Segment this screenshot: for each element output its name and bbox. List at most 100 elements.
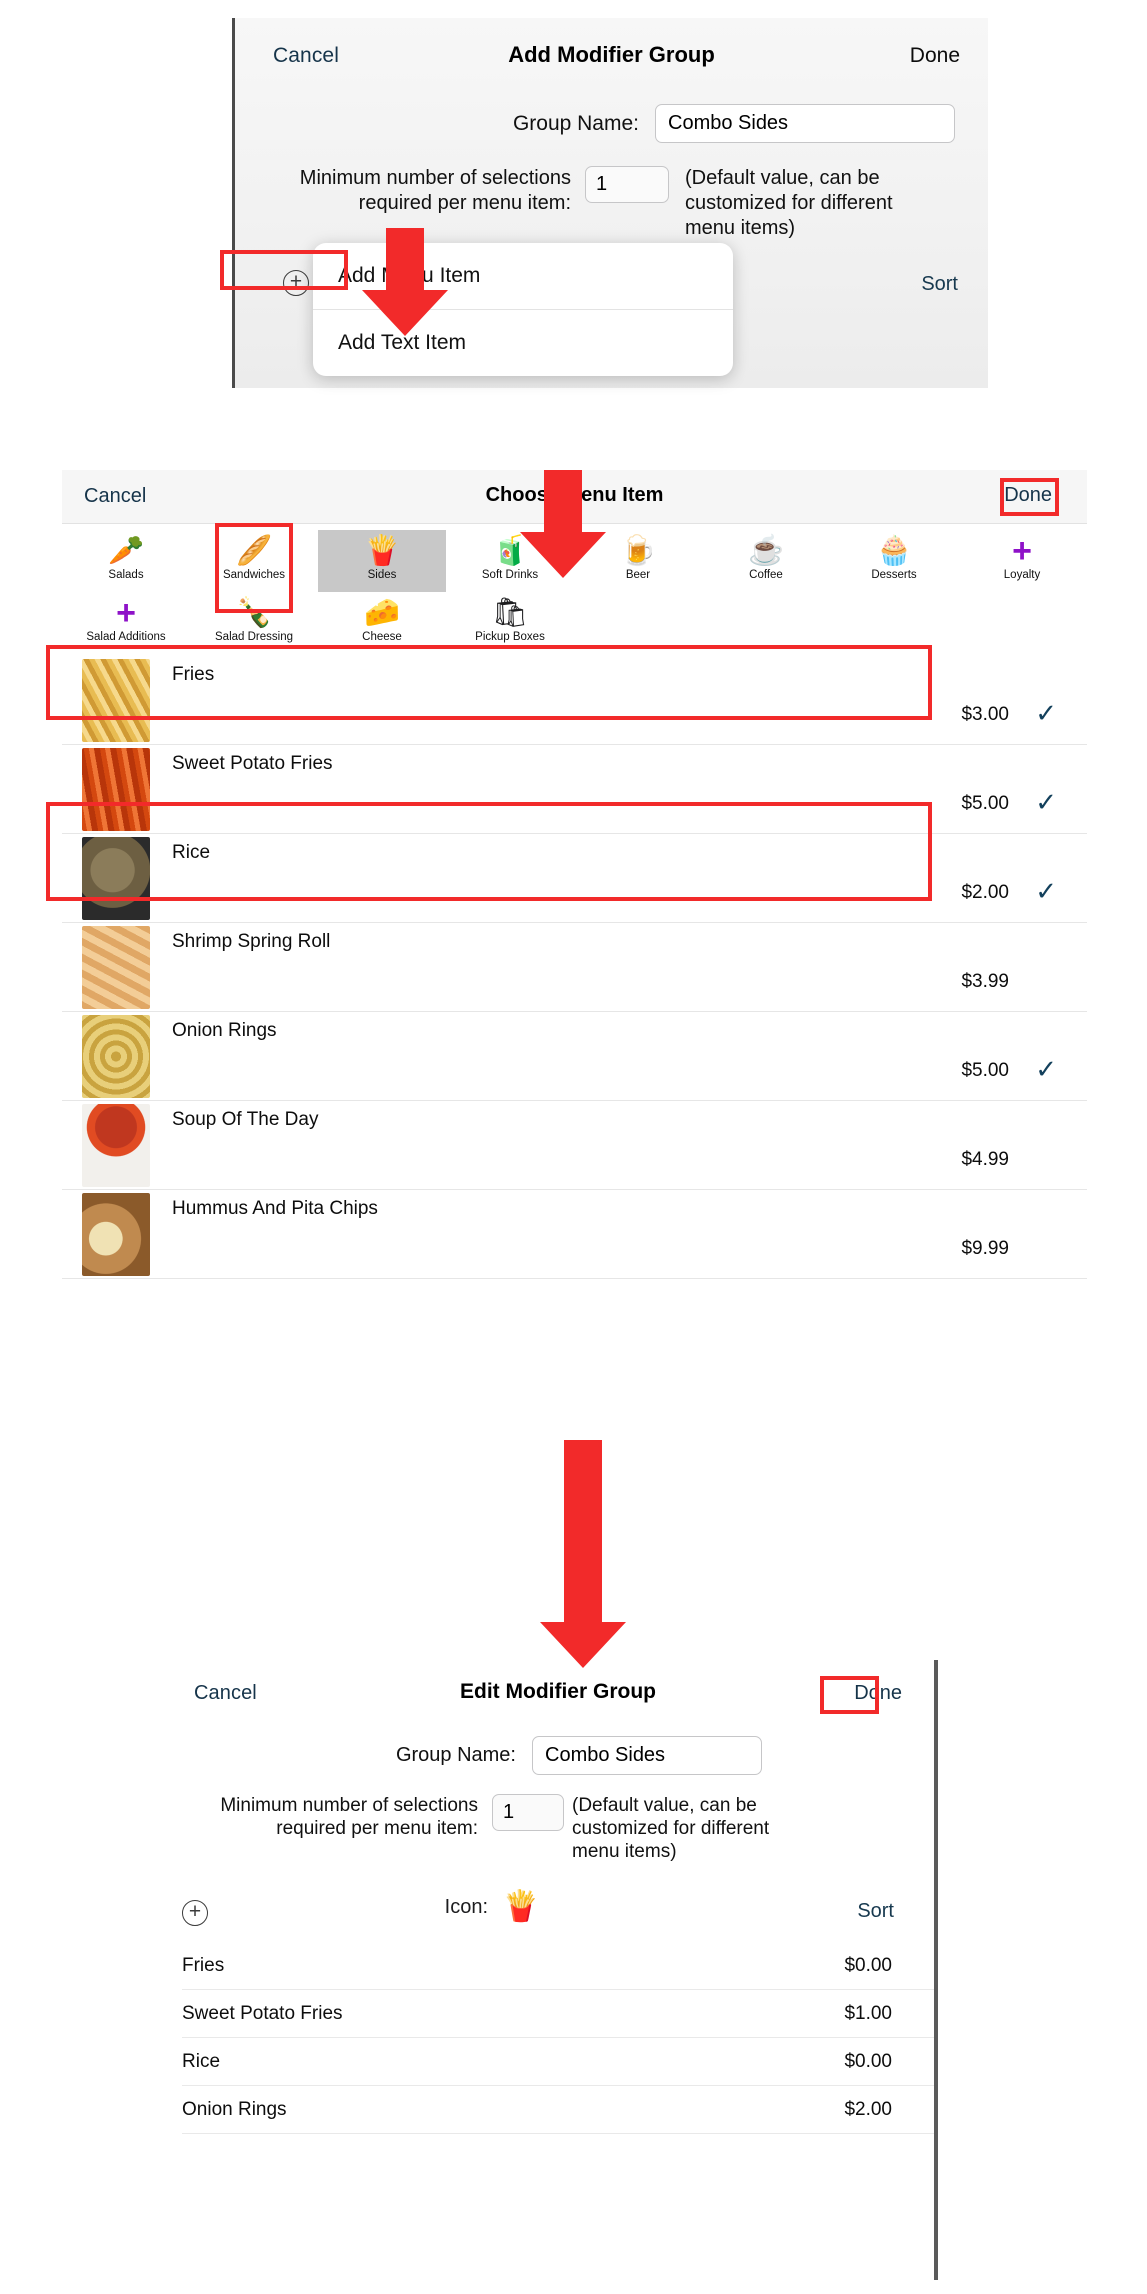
add-plus-icon[interactable] — [182, 1900, 208, 1926]
menu-item-name: Fries — [172, 664, 215, 685]
menu-item-thumbnail — [82, 1015, 150, 1098]
modifier-name: Fries — [182, 1954, 225, 1976]
category-tab-loyalty[interactable]: + Loyalty — [958, 530, 1086, 592]
category-tab-bar: 🥕 Salads 🥖 Sandwiches 🍟 Sides 🧃 Soft Drinks 🍺 Bee… — [62, 524, 1087, 656]
modifier-row[interactable]: Fries $0.00 — [182, 1942, 934, 1990]
minimum-selections-label: Minimum number of selections required pe… — [220, 1795, 478, 1839]
cupcake-icon: 🧁 — [875, 535, 913, 567]
choose-panel-navbar: Cancel Choose Menu Item Done — [62, 470, 1087, 524]
menu-item-name: Hummus And Pita Chips — [172, 1198, 378, 1219]
category-tab-coffee[interactable]: ☕ Coffee — [702, 530, 830, 592]
modifier-row[interactable]: Rice $0.00 — [182, 2038, 934, 2086]
menu-item-row[interactable]: Sweet Potato Fries $5.00 ✓ — [62, 745, 1087, 834]
sort-button[interactable]: Sort — [857, 1900, 894, 1923]
minimum-selections-row: Minimum number of selections required pe… — [235, 166, 988, 241]
category-tab-label: Salads — [108, 569, 144, 581]
done-button[interactable]: Done — [854, 1682, 902, 1705]
category-tab-salad-dressing[interactable]: 🍾 Salad Dressing — [190, 592, 318, 654]
check-icon: ✓ — [1035, 787, 1057, 817]
modifier-row[interactable]: Onion Rings $2.00 — [182, 2086, 934, 2134]
category-tab-soft-drinks[interactable]: 🧃 Soft Drinks — [446, 530, 574, 592]
page-title: Choose Menu Item — [485, 484, 664, 506]
group-name-row: Group Name: — [235, 104, 988, 143]
add-panel-navbar: Cancel Add Modifier Group Done — [235, 18, 988, 90]
modifier-row[interactable]: Sweet Potato Fries $1.00 — [182, 1990, 934, 2038]
menu-item-thumbnail — [82, 1104, 150, 1187]
menu-item-thumbnail — [82, 926, 150, 1009]
menu-item-row[interactable]: Onion Rings $5.00 ✓ — [62, 1012, 1087, 1101]
group-name-input[interactable] — [655, 104, 955, 143]
menu-item-row[interactable]: Hummus And Pita Chips $9.99 — [62, 1190, 1087, 1279]
modifier-price: $1.00 — [844, 2002, 892, 2024]
menu-item-name: Shrimp Spring Roll — [172, 931, 331, 952]
done-button[interactable]: Done — [910, 44, 960, 68]
menu-item-thumbnail — [82, 1193, 150, 1276]
minimum-selections-hint: (Default value, can be customized for di… — [685, 167, 893, 239]
category-tab-label: Sandwiches — [222, 569, 285, 581]
menu-item-name: Onion Rings — [172, 1020, 277, 1041]
modifier-price: $0.00 — [844, 2050, 892, 2072]
fries-icon: 🍟 — [363, 535, 401, 567]
menu-item-name: Rice — [172, 842, 211, 863]
add-item-dropdown-menu: Add Menu Item Add Text Item — [313, 243, 733, 376]
category-tab-label: Salad Additions — [86, 631, 166, 643]
sort-button[interactable]: Sort — [921, 273, 958, 296]
minimum-selections-input[interactable] — [585, 166, 669, 203]
menu-item-row[interactable]: Fries $3.00 ✓ — [62, 656, 1087, 745]
cheese-icon: 🧀 — [363, 597, 401, 629]
category-tab-beer[interactable]: 🍺 Beer — [574, 530, 702, 592]
menu-item-list: Fries $3.00 ✓ Sweet Potato Fries $5.00 ✓ Rice $… — [62, 656, 1087, 1279]
check-icon: ✓ — [1035, 1054, 1057, 1084]
minimum-selections-input[interactable] — [492, 1794, 564, 1831]
category-tab-sides[interactable]: 🍟 Sides — [318, 530, 446, 592]
category-tab-label: Cheese — [362, 631, 402, 643]
menu-item-price: $9.99 — [961, 1238, 1009, 1259]
menu-item-price: $5.00 — [961, 793, 1009, 814]
category-tab-label: Beer — [625, 569, 651, 581]
category-tab-label: Sides — [367, 569, 397, 581]
fries-icon[interactable]: 🍟 — [502, 1892, 539, 1922]
menu-item-row[interactable]: Shrimp Spring Roll $3.99 — [62, 923, 1087, 1012]
menu-item-add-menu-item[interactable]: Add Menu Item — [313, 243, 733, 309]
icon-label: Icon: — [444, 1895, 488, 1918]
menu-item-add-text-item[interactable]: Add Text Item — [313, 310, 733, 376]
coffee-cup-icon: ☕ — [747, 535, 785, 567]
modifier-price: $2.00 — [844, 2098, 892, 2120]
category-tab-label: Desserts — [871, 569, 917, 581]
modifier-name: Rice — [182, 2050, 221, 2072]
group-name-label: Group Name: — [512, 111, 639, 135]
category-tab-desserts[interactable]: 🧁 Desserts — [830, 530, 958, 592]
bottle-icon: 🍾 — [235, 597, 273, 629]
plus-icon: + — [116, 594, 136, 632]
page-title: Edit Modifier Group — [460, 1680, 656, 1703]
category-tab-pickup-boxes[interactable]: 🛍 Pickup Boxes — [446, 592, 574, 654]
edit-modifier-group-panel: Cancel Edit Modifier Group Done Group Na… — [182, 1660, 938, 2280]
menu-item-row[interactable]: Rice $2.00 ✓ — [62, 834, 1087, 923]
group-name-input[interactable] — [532, 1736, 762, 1775]
category-tab-label: Loyalty — [1003, 569, 1041, 581]
category-tab-label: Salad Dressing — [215, 631, 293, 643]
page-title: Add Modifier Group — [508, 42, 715, 67]
check-icon: ✓ — [1035, 876, 1057, 906]
edit-panel-navbar: Cancel Edit Modifier Group Done — [182, 1660, 934, 1728]
check-icon: ✓ — [1035, 698, 1057, 728]
category-tab-salads[interactable]: 🥕 Salads — [62, 530, 190, 592]
category-tab-sandwiches[interactable]: 🥖 Sandwiches — [190, 530, 318, 592]
menu-item-thumbnail — [82, 837, 150, 920]
bottle-icon: 🧃 — [491, 535, 529, 567]
menu-item-name: Soup Of The Day — [172, 1109, 319, 1130]
menu-item-row[interactable]: Soup Of The Day $4.99 — [62, 1101, 1087, 1190]
minimum-selections-hint: (Default value, can be customized for di… — [572, 1795, 770, 1862]
category-tab-salad-additions[interactable]: + Salad Additions — [62, 592, 190, 654]
modifier-price: $0.00 — [844, 1954, 892, 1976]
menu-item-price: $3.00 — [961, 704, 1009, 725]
done-button[interactable]: Done — [1004, 484, 1052, 507]
category-tab-cheese[interactable]: 🧀 Cheese — [318, 592, 446, 654]
add-plus-icon[interactable] — [283, 270, 309, 296]
choose-menu-item-panel: Cancel Choose Menu Item Done 🥕 Salads 🥖 San… — [62, 470, 1087, 1610]
bread-icon: 🥖 — [235, 535, 273, 567]
category-tab-label: Coffee — [749, 569, 783, 581]
modifier-name: Sweet Potato Fries — [182, 2002, 343, 2024]
carrot-icon: 🥕 — [107, 535, 145, 567]
plus-icon: + — [1012, 532, 1032, 570]
